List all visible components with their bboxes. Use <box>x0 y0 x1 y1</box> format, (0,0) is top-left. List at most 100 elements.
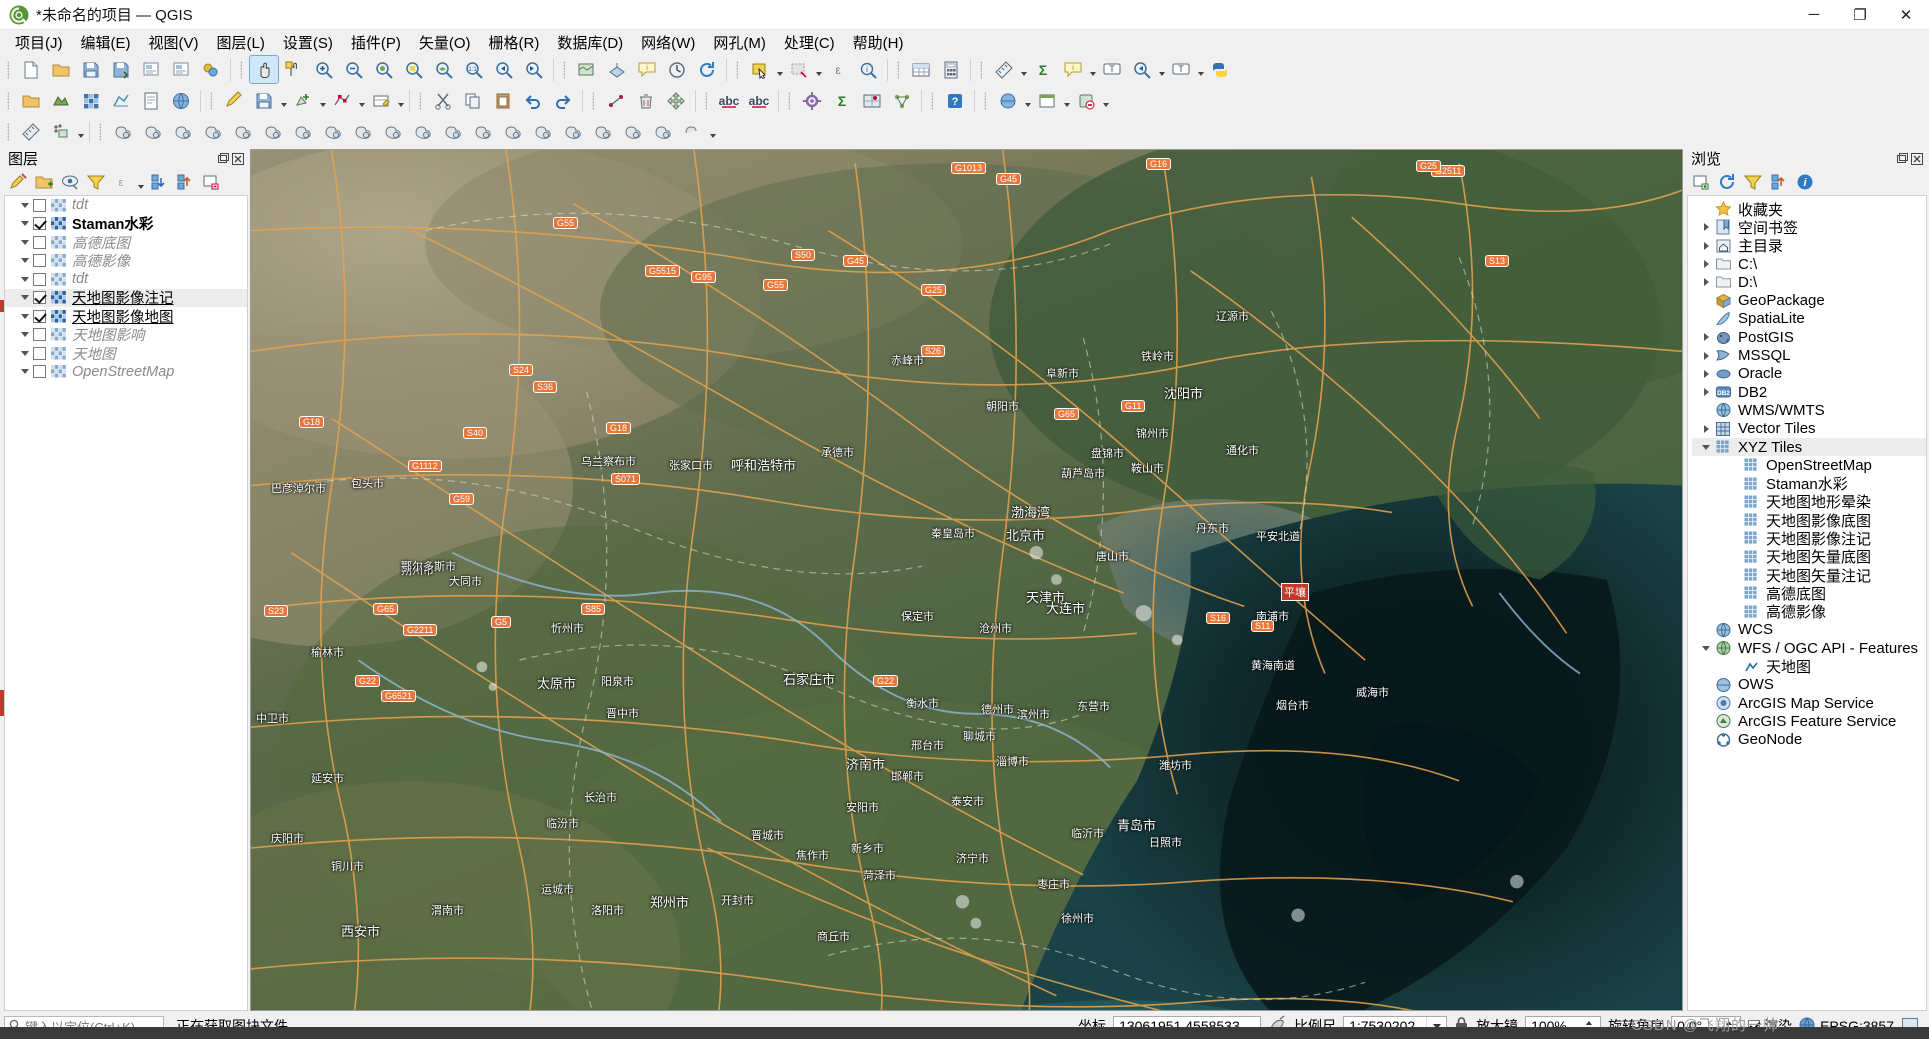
browser-tree-item[interactable]: D:\ <box>1692 273 1926 291</box>
metasearch-icon[interactable] <box>994 87 1022 114</box>
toolbar-grip[interactable] <box>5 121 13 143</box>
add-vector-layer-icon[interactable] <box>47 87 75 114</box>
chevron-down-icon[interactable] <box>1062 87 1071 114</box>
delaunay-icon[interactable] <box>619 118 647 145</box>
manage-map-themes-icon[interactable] <box>58 171 82 194</box>
style-manager-icon[interactable] <box>197 56 225 83</box>
difference-icon[interactable] <box>199 118 227 145</box>
collapse-all-icon[interactable] <box>1767 171 1791 194</box>
chevron-down-icon[interactable] <box>136 169 145 196</box>
undo-icon[interactable] <box>519 87 547 114</box>
chevron-right-icon[interactable] <box>1698 384 1714 400</box>
new-print-layout-icon[interactable] <box>137 56 165 83</box>
union-icon[interactable] <box>289 118 317 145</box>
chevron-down-icon[interactable] <box>708 118 717 145</box>
modify-attributes-icon[interactable] <box>367 87 395 114</box>
temporal-controller-icon[interactable] <box>663 56 691 83</box>
toolbar-grip[interactable] <box>97 121 105 143</box>
layer-visibility-checkbox[interactable] <box>33 365 46 379</box>
browser-tree-item[interactable]: PostGIS <box>1692 328 1926 346</box>
browser-tree-item[interactable]: XYZ Tiles <box>1692 437 1926 457</box>
intersection-icon[interactable] <box>139 118 167 145</box>
chevron-right-icon[interactable] <box>1698 366 1714 382</box>
single-to-multipart-icon[interactable] <box>409 118 437 145</box>
layer-row[interactable]: 高德影像 <box>5 252 247 270</box>
add-raster-layer-icon[interactable] <box>77 87 105 114</box>
voronoi-icon[interactable] <box>589 118 617 145</box>
browser-tree-item[interactable]: ArcGIS Feature Service <box>1692 712 1926 730</box>
pan-map-icon[interactable] <box>249 55 279 84</box>
vertex-tool-icon[interactable] <box>328 87 356 114</box>
menu-item-4[interactable]: 设置(S) <box>274 30 342 55</box>
toolbar-grip[interactable] <box>982 90 990 112</box>
sum-line-lengths-icon[interactable]: Σ <box>828 87 856 114</box>
browser-tree-item[interactable]: 天地图影像注记 <box>1692 529 1926 548</box>
filter-legend-by-expression-icon[interactable]: ε <box>110 171 134 194</box>
refresh-icon[interactable] <box>693 56 721 83</box>
merge-icon[interactable] <box>349 118 377 145</box>
layer-row[interactable]: 天地图影响 <box>5 326 247 344</box>
zoom-to-selection-icon[interactable] <box>400 56 428 83</box>
chevron-down-icon[interactable] <box>1157 56 1166 83</box>
chevron-down-icon[interactable] <box>814 56 823 83</box>
toolbar-grip[interactable] <box>734 59 742 81</box>
open-data-source-icon[interactable] <box>17 87 45 114</box>
digitize-with-segment-icon[interactable] <box>602 87 630 114</box>
chevron-down-icon[interactable] <box>17 290 33 306</box>
add-feature-icon[interactable] <box>289 87 317 114</box>
add-group-icon[interactable] <box>32 171 56 194</box>
chevron-down-icon[interactable] <box>17 197 33 213</box>
chevron-down-icon[interactable] <box>17 308 33 324</box>
save-layer-edits-icon[interactable] <box>250 87 278 114</box>
menu-item-9[interactable]: 网络(W) <box>632 30 704 55</box>
new-project-icon[interactable] <box>17 56 45 83</box>
highlight-pinned-labels-icon[interactable]: abc <box>745 87 773 114</box>
browser-tree-item[interactable]: Staman水彩 <box>1692 474 1926 493</box>
select-features-icon[interactable] <box>746 56 774 83</box>
chevron-down-icon[interactable] <box>1698 439 1714 455</box>
layer-visibility-checkbox[interactable] <box>33 217 46 231</box>
menu-item-3[interactable]: 图层(L) <box>208 30 274 55</box>
collapse-all-icon[interactable] <box>173 171 197 194</box>
text-annotation-icon[interactable]: T <box>1167 56 1195 83</box>
copy-features-icon[interactable] <box>459 87 487 114</box>
browser-tree-item[interactable]: GeoPackage <box>1692 291 1926 309</box>
filter-browser-icon[interactable] <box>1741 171 1765 194</box>
toolbar-grip[interactable] <box>978 59 986 81</box>
chevron-right-icon[interactable] <box>1698 274 1714 290</box>
browser-tree-item[interactable]: 高德影像 <box>1692 603 1926 621</box>
chevron-down-icon[interactable] <box>1023 87 1032 114</box>
field-calculator-icon[interactable] <box>937 56 965 83</box>
browser-tree-item[interactable]: 主目录 <box>1692 237 1926 255</box>
menu-item-2[interactable]: 视图(V) <box>140 30 208 55</box>
close-panel-icon[interactable] <box>1911 152 1923 165</box>
multipart-to-single-icon[interactable] <box>379 118 407 145</box>
clip-icon[interactable] <box>169 118 197 145</box>
browser-tree-item[interactable]: MSSQL <box>1692 346 1926 364</box>
eliminate-icon[interactable] <box>319 118 347 145</box>
browser-tree-item[interactable]: 天地图 <box>1692 657 1926 676</box>
menu-item-10[interactable]: 网孔(M) <box>704 30 775 55</box>
browser-tree-item[interactable]: WFS / OGC API - Features <box>1692 639 1926 657</box>
symmetrical-difference-icon[interactable] <box>229 118 257 145</box>
lines-to-polygons-icon[interactable] <box>469 118 497 145</box>
chevron-down-icon[interactable] <box>17 327 33 343</box>
chevron-down-icon[interactable] <box>17 216 33 232</box>
toolbar-grip[interactable] <box>703 90 711 112</box>
chevron-down-icon[interactable] <box>1019 56 1028 83</box>
chevron-down-icon[interactable] <box>17 364 33 380</box>
browser-tree-item[interactable]: 天地图矢量底图 <box>1692 548 1926 566</box>
extract-nodes-icon[interactable] <box>499 118 527 145</box>
close-panel-icon[interactable] <box>232 152 244 165</box>
layer-row[interactable]: tdt <box>5 196 247 215</box>
plugin-manager-icon[interactable] <box>1072 87 1100 114</box>
layer-visibility-checkbox[interactable] <box>33 309 46 323</box>
new-map-view-icon[interactable] <box>573 56 601 83</box>
layer-row[interactable]: Staman水彩 <box>5 215 247 233</box>
move-feature-icon[interactable] <box>662 87 690 114</box>
browser-tree-item[interactable]: 空间书签 <box>1692 218 1926 237</box>
layer-visibility-checkbox[interactable] <box>33 291 46 305</box>
chevron-right-icon[interactable] <box>1698 238 1714 254</box>
layout-manager-icon[interactable] <box>167 56 195 83</box>
menu-item-7[interactable]: 栅格(R) <box>480 30 549 55</box>
